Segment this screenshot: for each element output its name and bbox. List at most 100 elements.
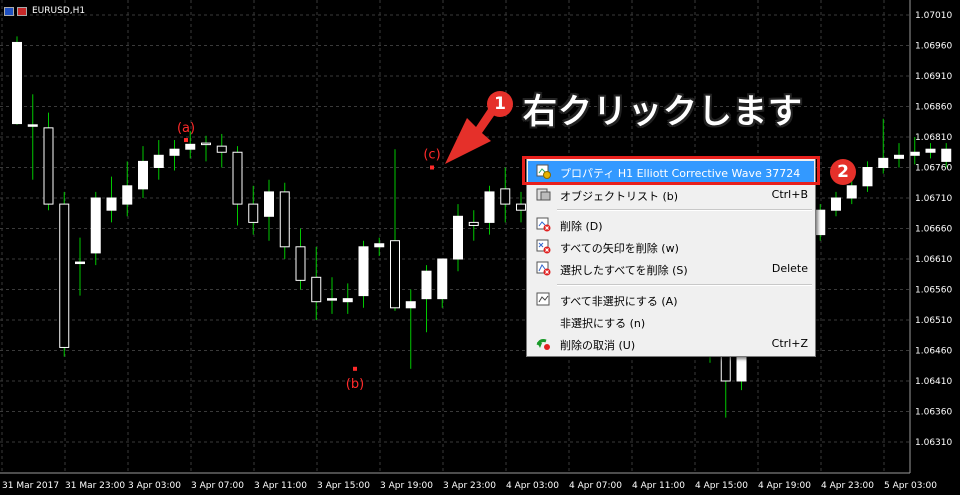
x-tick-label: 3 Apr 11:00 bbox=[254, 481, 307, 491]
candle-body bbox=[248, 203, 259, 223]
candle-body bbox=[468, 221, 479, 226]
properties-icon bbox=[536, 164, 551, 179]
menu-item-delete[interactable]: 削除 (D) bbox=[528, 214, 814, 235]
x-tick-label: 3 Apr 15:00 bbox=[317, 481, 370, 491]
x-tick-label: 31 Mar 2017 bbox=[2, 481, 59, 491]
candle-body bbox=[342, 298, 353, 303]
candle-body bbox=[201, 142, 211, 146]
wave-point bbox=[430, 165, 434, 170]
y-tick-label: 1.06460 bbox=[915, 347, 952, 357]
menu-item-label: 選択したすべてを削除 (S) bbox=[560, 264, 688, 277]
y-tick-label: 1.06610 bbox=[915, 255, 952, 265]
menu-item-label: すべての矢印を削除 (w) bbox=[560, 242, 679, 255]
y-tick-label: 1.06860 bbox=[915, 103, 952, 113]
wave-label: (a) bbox=[177, 121, 195, 136]
chart-header: EURUSD,H1 bbox=[4, 4, 85, 18]
x-tick-label: 3 Apr 07:00 bbox=[191, 481, 244, 491]
menu-item-label: プロパティ H1 Elliott Corrective Wave 37724 bbox=[560, 167, 801, 180]
menu-item-delete-arrows[interactable]: すべての矢印を削除 (w) bbox=[528, 236, 814, 257]
candle-body bbox=[516, 203, 526, 211]
menu-item-object-list[interactable]: オブジェクトリスト (b) Ctrl+B bbox=[528, 184, 814, 205]
x-tick-label: 3 Apr 03:00 bbox=[128, 481, 181, 491]
candle-body bbox=[327, 298, 337, 301]
candle-body bbox=[894, 154, 904, 159]
deselect-all-icon bbox=[536, 292, 550, 306]
symbol-label: EURUSD,H1 bbox=[32, 6, 86, 16]
menu-item-deselect-all[interactable]: すべて非選択にする (A) bbox=[528, 289, 814, 310]
context-menu: プロパティ H1 Elliott Corrective Wave 37724 オ… bbox=[526, 157, 816, 357]
step-badge-2: 2 bbox=[830, 159, 856, 185]
candle-body bbox=[153, 154, 164, 169]
candle-body bbox=[185, 143, 196, 150]
candle-body bbox=[12, 41, 22, 125]
x-tick-label: 4 Apr 11:00 bbox=[632, 481, 685, 491]
menu-item-shortcut: Ctrl+Z bbox=[771, 337, 808, 350]
x-tick-label: 4 Apr 07:00 bbox=[569, 481, 622, 491]
wave-point bbox=[353, 366, 357, 371]
menu-item-label: 非選択にする (n) bbox=[560, 317, 646, 330]
menu-item-label: すべて非選択にする (A) bbox=[560, 295, 678, 308]
candle-body bbox=[43, 127, 54, 205]
x-tick-label: 4 Apr 03:00 bbox=[506, 481, 559, 491]
x-tick-label: 4 Apr 23:00 bbox=[821, 481, 874, 491]
wave-point bbox=[184, 138, 188, 143]
wave-markers: (a) (b) (c) bbox=[177, 121, 441, 392]
delete-arrows-icon bbox=[536, 239, 551, 254]
x-tick-label: 3 Apr 19:00 bbox=[380, 481, 433, 491]
candle-body bbox=[295, 246, 306, 281]
candle-body bbox=[421, 270, 432, 300]
candle-body bbox=[941, 148, 952, 162]
object-list-icon bbox=[536, 188, 551, 201]
candle-body bbox=[59, 203, 70, 348]
candle-body bbox=[484, 191, 495, 223]
y-tick-label: 1.06810 bbox=[915, 133, 952, 143]
candle-body bbox=[862, 167, 873, 187]
menu-item-label: オブジェクトリスト (b) bbox=[560, 190, 679, 203]
candle-body bbox=[453, 215, 463, 260]
menu-item-shortcut: Ctrl+B bbox=[771, 188, 808, 201]
step-badge-1: 1 bbox=[487, 91, 513, 117]
candle-body bbox=[846, 185, 857, 199]
menu-item-properties[interactable]: プロパティ H1 Elliott Corrective Wave 37724 bbox=[528, 161, 814, 182]
candle-body bbox=[232, 151, 243, 205]
candle-body bbox=[358, 246, 369, 297]
candle-body bbox=[831, 197, 841, 211]
candle-body bbox=[75, 261, 85, 265]
y-tick-label: 1.07010 bbox=[915, 11, 952, 21]
candle-body bbox=[878, 157, 889, 169]
wave-label: (c) bbox=[423, 148, 440, 163]
menu-item-delete-selected[interactable]: 選択したすべてを削除 (S) Delete bbox=[528, 258, 814, 279]
candle-body bbox=[909, 151, 920, 156]
menu-item-label: 削除 (D) bbox=[560, 220, 603, 233]
candle-body bbox=[216, 145, 227, 153]
candle-body bbox=[122, 185, 133, 205]
candle-body bbox=[27, 124, 38, 127]
delete-icon bbox=[536, 217, 551, 232]
undo-delete-icon bbox=[536, 339, 550, 350]
y-tick-label: 1.06910 bbox=[915, 72, 952, 82]
candle-body bbox=[925, 148, 936, 153]
menu-separator bbox=[557, 284, 812, 286]
y-tick-label: 1.06560 bbox=[915, 286, 952, 296]
menu-item-deselect[interactable]: 非選択にする (n) bbox=[528, 311, 814, 332]
chart-type-icon bbox=[4, 6, 14, 16]
candle-body bbox=[500, 188, 511, 205]
y-tick-label: 1.06710 bbox=[915, 194, 952, 204]
x-tick-label: 5 Apr 03:00 bbox=[884, 481, 937, 491]
candle-body bbox=[311, 276, 322, 303]
price-chart[interactable]: (a) (b) (c) 1.07010 1.06960 1.06910 1.06860 1.… bbox=[0, 0, 960, 495]
candle-body bbox=[279, 191, 290, 248]
candle-body bbox=[264, 191, 274, 217]
flag-icon bbox=[17, 6, 27, 16]
menu-separator bbox=[557, 209, 812, 211]
candle-body bbox=[106, 197, 117, 211]
candle-body bbox=[374, 243, 385, 248]
y-tick-label: 1.06960 bbox=[915, 42, 952, 52]
y-tick-label: 1.06510 bbox=[915, 316, 952, 326]
x-tick-label: 4 Apr 19:00 bbox=[758, 481, 811, 491]
y-tick-label: 1.06660 bbox=[915, 225, 952, 235]
x-tick-label: 3 Apr 23:00 bbox=[443, 481, 496, 491]
menu-item-label: 削除の取消 (U) bbox=[560, 339, 636, 352]
menu-item-undo-delete[interactable]: 削除の取消 (U) Ctrl+Z bbox=[528, 333, 814, 354]
candle-body bbox=[437, 258, 448, 300]
